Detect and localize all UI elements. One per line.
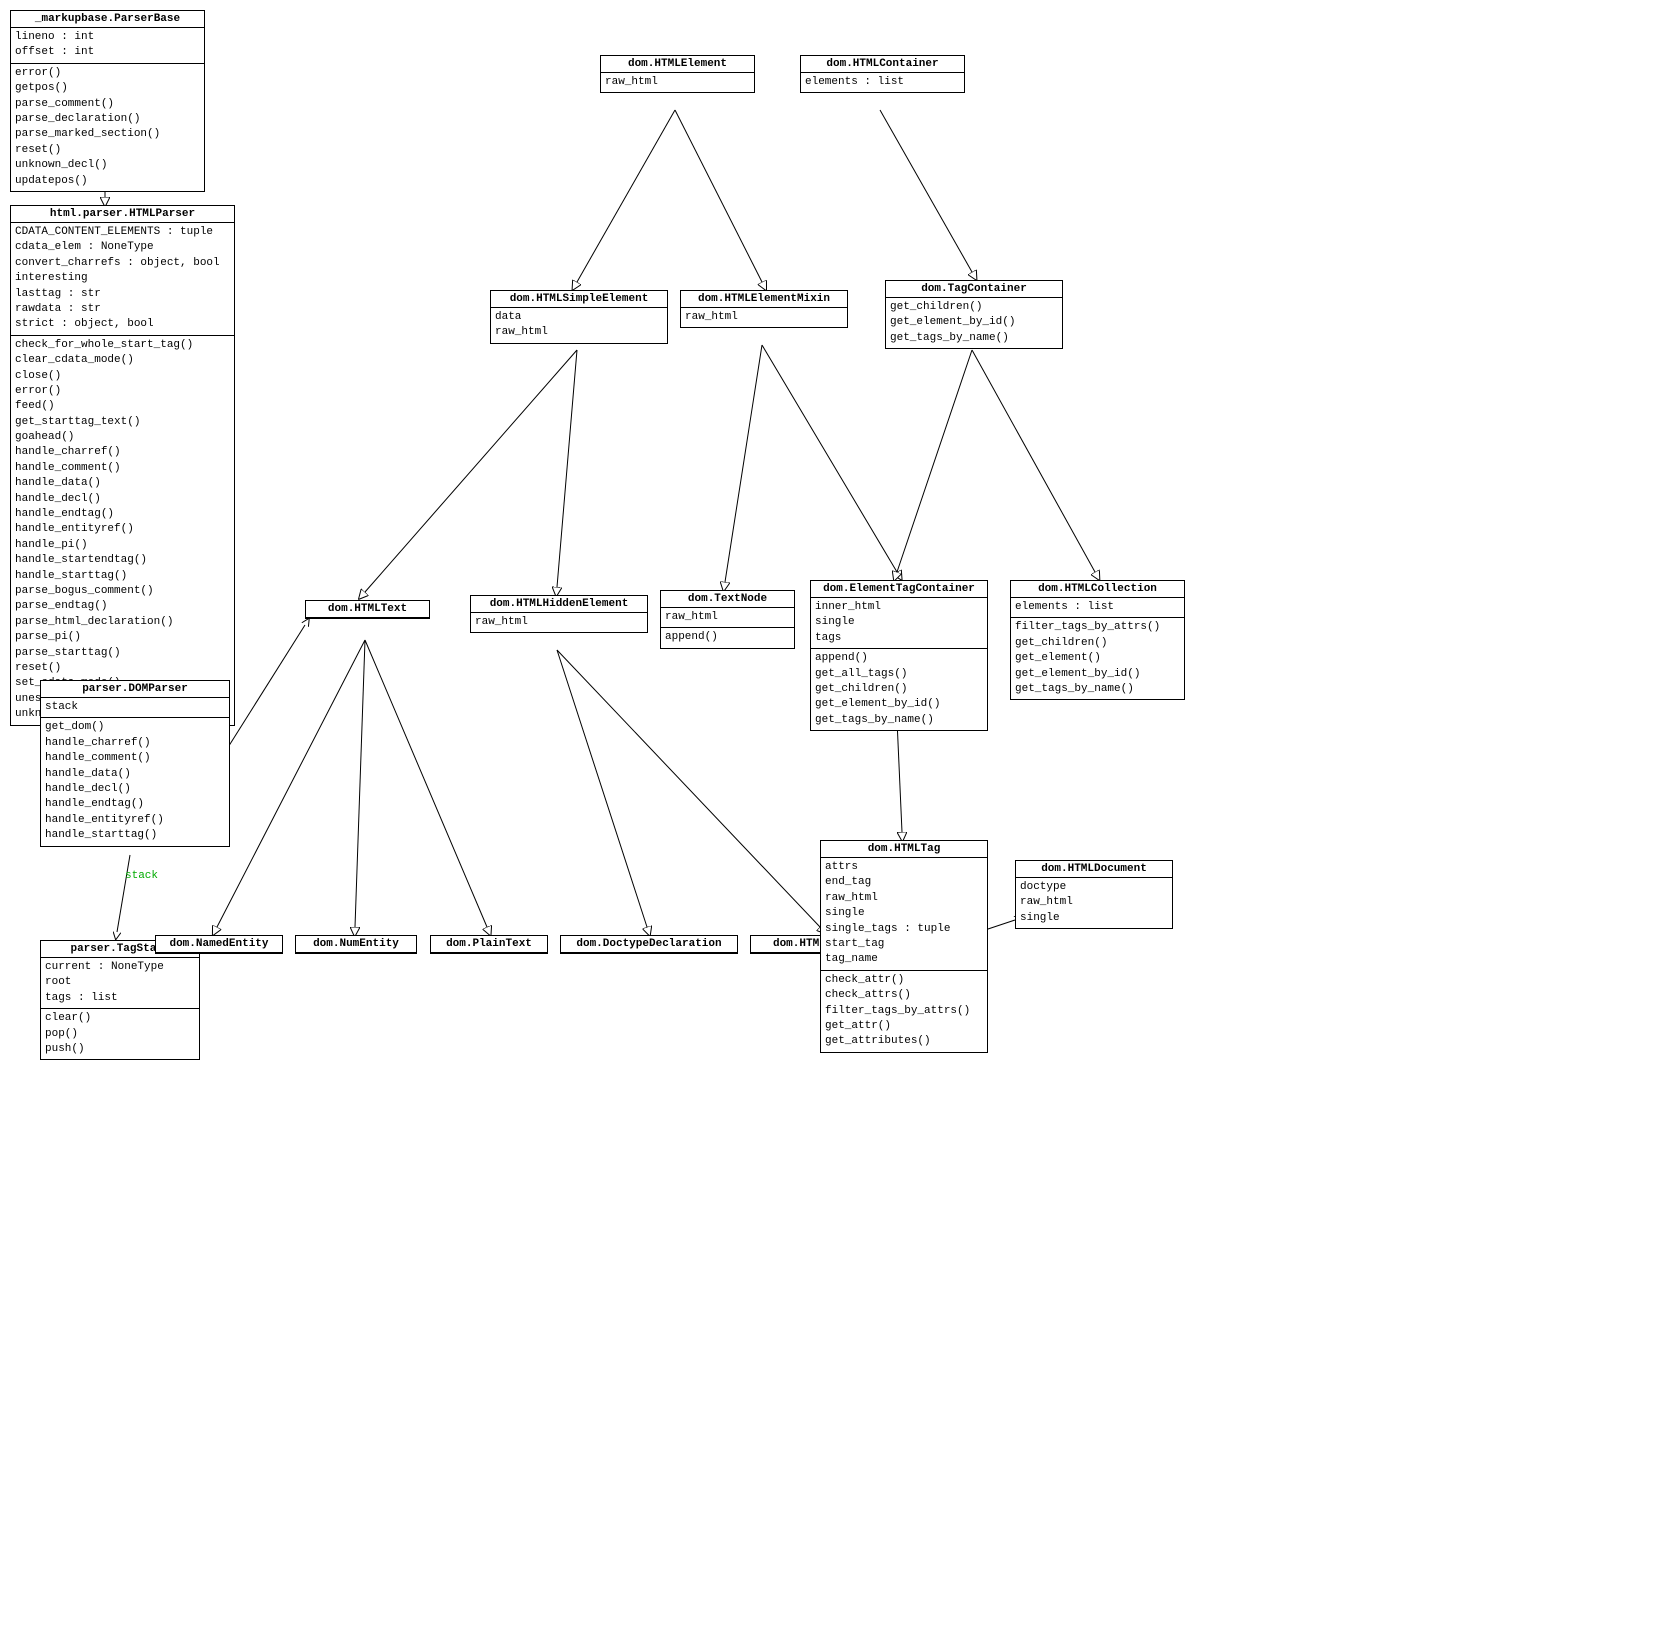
box-markupbase: _markupbase.ParserBase lineno : int offs… [10,10,205,192]
htmlelementmixin-title: dom.HTMLElementMixin [681,291,847,308]
box-plaintext: dom.PlainText [430,935,548,954]
htmltag-methods: check_attr() check_attrs() filter_tags_b… [821,971,987,1052]
htmlparser-title: html.parser.HTMLParser [11,206,234,223]
htmltext-title: dom.HTMLText [306,601,429,618]
domparser-title: parser.DOMParser [41,681,229,698]
markupbase-methods: error() getpos() parse_comment() parse_d… [11,64,204,191]
box-htmlsimpleelement: dom.HTMLSimpleElement data raw_html [490,290,668,344]
box-htmlcontainer: dom.HTMLContainer elements : list [800,55,965,93]
domparser-methods: get_dom() handle_charref() handle_commen… [41,718,229,845]
plaintext-title: dom.PlainText [431,936,547,953]
htmldocument-attrs: doctype raw_html single [1016,878,1172,928]
box-namedentity: dom.NamedEntity [155,935,283,954]
numentity-title: dom.NumEntity [296,936,416,953]
htmltag-attrs: attrs end_tag raw_html single single_tag… [821,858,987,971]
stack-label: stack [125,870,158,882]
htmlsimpleelement-attrs: data raw_html [491,308,667,343]
htmlsimpleelement-title: dom.HTMLSimpleElement [491,291,667,308]
htmlcollection-title: dom.HTMLCollection [1011,581,1184,598]
textnode-title: dom.TextNode [661,591,794,608]
elementtagcontainer-methods: append() get_all_tags() get_children() g… [811,649,987,730]
tagcontainer-methods: get_children() get_element_by_id() get_t… [886,298,1062,348]
box-tagcontainer: dom.TagContainer get_children() get_elem… [885,280,1063,349]
htmlparser-attrs: CDATA_CONTENT_ELEMENTS : tuple cdata_ele… [11,223,234,336]
box-htmlhiddenelement: dom.HTMLHiddenElement raw_html [470,595,648,633]
htmlcontainer-attrs: elements : list [801,73,964,92]
box-htmlcollection: dom.HTMLCollection elements : list filte… [1010,580,1185,700]
htmlcollection-methods: filter_tags_by_attrs() get_children() ge… [1011,618,1184,699]
htmltag-title: dom.HTMLTag [821,841,987,858]
htmlelementmixin-attrs: raw_html [681,308,847,327]
textnode-methods: append() [661,628,794,647]
markupbase-attrs: lineno : int offset : int [11,28,204,64]
htmlhiddenelement-attrs: raw_html [471,613,647,632]
htmlelement-title: dom.HTMLElement [601,56,754,73]
box-htmlelement: dom.HTMLElement raw_html [600,55,755,93]
box-htmldocument: dom.HTMLDocument doctype raw_html single [1015,860,1173,929]
doctypedeclaration-title: dom.DoctypeDeclaration [561,936,737,953]
elementtagcontainer-title: dom.ElementTagContainer [811,581,987,598]
box-elementtagcontainer: dom.ElementTagContainer inner_html singl… [810,580,988,731]
tagcontainer-title: dom.TagContainer [886,281,1062,298]
box-numentity: dom.NumEntity [295,935,417,954]
textnode-attrs: raw_html [661,608,794,628]
box-doctypedeclaration: dom.DoctypeDeclaration [560,935,738,954]
box-textnode: dom.TextNode raw_html append() [660,590,795,649]
namedentity-title: dom.NamedEntity [156,936,282,953]
tagstack-methods: clear() pop() push() [41,1009,199,1059]
tagstack-attrs: current : NoneType root tags : list [41,958,199,1009]
box-htmlparser: html.parser.HTMLParser CDATA_CONTENT_ELE… [10,205,235,726]
htmlhiddenelement-title: dom.HTMLHiddenElement [471,596,647,613]
domparser-attrs: stack [41,698,229,718]
htmlparser-methods: check_for_whole_start_tag() clear_cdata_… [11,336,234,725]
box-htmlelementmixin: dom.HTMLElementMixin raw_html [680,290,848,328]
markupbase-title: _markupbase.ParserBase [11,11,204,28]
box-domparser: parser.DOMParser stack get_dom() handle_… [40,680,230,847]
box-tagstack: parser.TagStack current : NoneType root … [40,940,200,1060]
htmlcontainer-title: dom.HTMLContainer [801,56,964,73]
htmlcollection-attrs: elements : list [1011,598,1184,618]
htmldocument-title: dom.HTMLDocument [1016,861,1172,878]
htmlelement-attrs: raw_html [601,73,754,92]
box-htmltag: dom.HTMLTag attrs end_tag raw_html singl… [820,840,988,1053]
elementtagcontainer-attrs: inner_html single tags [811,598,987,649]
box-htmltext: dom.HTMLText [305,600,430,619]
